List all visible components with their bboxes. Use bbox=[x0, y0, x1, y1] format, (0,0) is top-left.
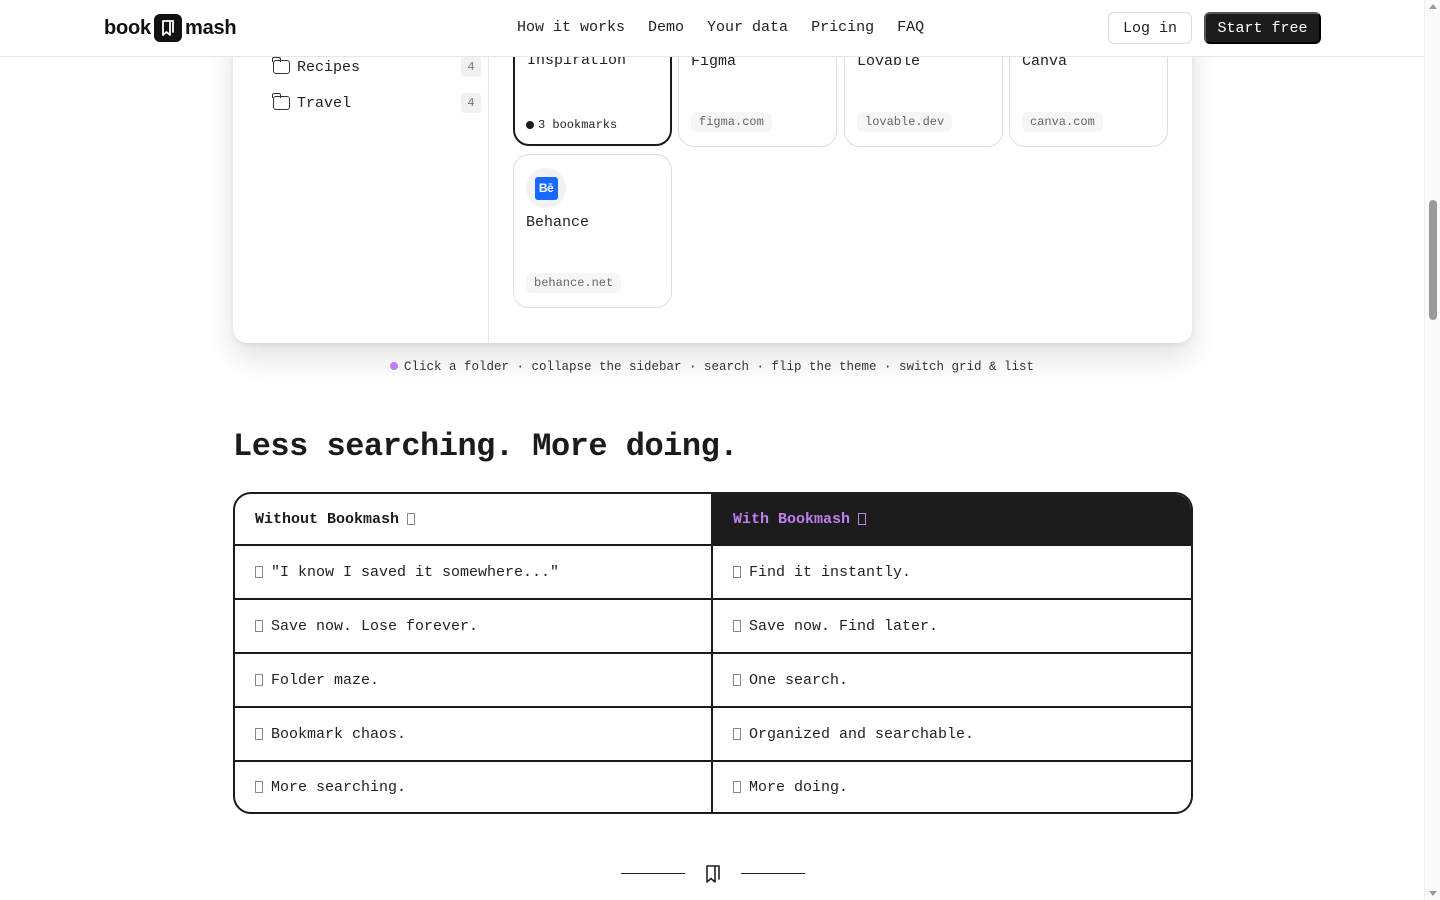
card-domain: behance.net bbox=[526, 273, 622, 293]
cross-icon bbox=[255, 674, 263, 686]
page-scrollbar[interactable] bbox=[1424, 0, 1440, 900]
start-free-button[interactable]: Start free bbox=[1204, 12, 1321, 44]
cross-icon bbox=[255, 781, 263, 793]
cell-with: Save now. Find later. bbox=[713, 600, 1191, 652]
folder-count: 4 bbox=[461, 93, 481, 113]
bookmark-card-behance[interactable]: Bē Behance behance.net bbox=[513, 154, 672, 308]
nav-faq[interactable]: FAQ bbox=[897, 19, 924, 36]
folder-label: Recipes bbox=[297, 58, 361, 76]
behance-favicon: Bē bbox=[526, 168, 566, 208]
nav-your-data[interactable]: Your data bbox=[707, 19, 788, 36]
cell-text: Bookmark chaos. bbox=[271, 725, 407, 743]
sidebar-folder-recipes[interactable]: Recipes 4 bbox=[272, 55, 481, 79]
cross-icon bbox=[255, 620, 263, 632]
site-header: book mash How it works Demo Your data Pr… bbox=[0, 0, 1424, 57]
logo[interactable]: book mash bbox=[104, 13, 237, 43]
table-row: Save now. Lose forever. Save now. Find l… bbox=[235, 598, 1191, 652]
cell-without: More searching. bbox=[235, 762, 713, 812]
cell-text: More searching. bbox=[271, 778, 407, 796]
check-icon bbox=[733, 674, 741, 686]
card-meta-text: 3 bookmarks bbox=[538, 118, 618, 132]
demo-sidebar: Recipes 4 Travel 4 bbox=[233, 20, 489, 343]
emoji-placeholder-icon bbox=[407, 513, 416, 525]
section-title: Less searching. More doing. bbox=[233, 428, 738, 465]
scroll-down-icon[interactable] bbox=[1429, 891, 1437, 896]
cell-with: More doing. bbox=[713, 762, 1191, 812]
nav-demo[interactable]: Demo bbox=[648, 19, 684, 36]
check-icon bbox=[733, 728, 741, 740]
cell-text: Save now. Lose forever. bbox=[271, 617, 479, 635]
folder-count: 4 bbox=[461, 57, 481, 77]
logo-word-right: mash bbox=[184, 16, 237, 39]
folder-label: Travel bbox=[297, 94, 352, 112]
main-nav: How it works Demo Your data Pricing FAQ bbox=[517, 19, 947, 36]
cell-text: Folder maze. bbox=[271, 671, 380, 689]
header-without-label: Without Bookmash bbox=[255, 510, 400, 528]
comparison-table: Without Bookmash With Bookmash "I know I… bbox=[233, 492, 1193, 814]
cross-icon bbox=[255, 728, 263, 740]
check-icon bbox=[733, 781, 741, 793]
cell-without: Folder maze. bbox=[235, 654, 713, 706]
cell-text: One search. bbox=[749, 671, 849, 689]
divider-line-right bbox=[741, 873, 805, 874]
emoji-placeholder-icon bbox=[858, 513, 867, 525]
table-row: Bookmark chaos. Organized and searchable… bbox=[235, 706, 1191, 760]
folder-icon bbox=[272, 93, 290, 110]
divider-line-left bbox=[621, 873, 685, 874]
hint-text: Click a folder · collapse the sidebar · … bbox=[403, 360, 1035, 374]
sidebar-folder-travel[interactable]: Travel 4 bbox=[272, 91, 481, 115]
card-domain: lovable.dev bbox=[857, 112, 953, 132]
comparison-header-row: Without Bookmash With Bookmash bbox=[235, 494, 1191, 544]
cell-text: "I know I saved it somewhere..." bbox=[271, 563, 560, 581]
header-without: Without Bookmash bbox=[235, 494, 713, 544]
behance-icon: Bē bbox=[534, 176, 558, 200]
header-with-label: With Bookmash bbox=[733, 510, 851, 528]
bookmark-logo-icon bbox=[153, 14, 182, 42]
cell-without: Bookmark chaos. bbox=[235, 708, 713, 760]
cell-with: Organized and searchable. bbox=[713, 708, 1191, 760]
cell-with: One search. bbox=[713, 654, 1191, 706]
login-button[interactable]: Log in bbox=[1108, 12, 1192, 44]
header-with: With Bookmash bbox=[713, 494, 1191, 544]
dot-icon bbox=[526, 121, 534, 129]
scroll-thumb[interactable] bbox=[1429, 200, 1437, 320]
cell-text: Save now. Find later. bbox=[749, 617, 939, 635]
nav-pricing[interactable]: Pricing bbox=[811, 19, 874, 36]
check-icon bbox=[733, 620, 741, 632]
cell-without: Save now. Lose forever. bbox=[235, 600, 713, 652]
hint-dot-icon bbox=[389, 362, 398, 370]
table-row: More searching. More doing. bbox=[235, 760, 1191, 812]
cell-text: Organized and searchable. bbox=[749, 725, 975, 743]
cell-text: Find it instantly. bbox=[749, 563, 912, 581]
nav-how-it-works[interactable]: How it works bbox=[517, 19, 625, 36]
card-title: Behance bbox=[526, 214, 590, 231]
check-icon bbox=[733, 566, 741, 578]
card-bookmark-count: 3 bookmarks bbox=[526, 118, 617, 132]
cell-text: More doing. bbox=[749, 778, 849, 796]
scroll-up-icon[interactable] bbox=[1429, 4, 1437, 9]
cell-with: Find it instantly. bbox=[713, 546, 1191, 598]
cell-without: "I know I saved it somewhere..." bbox=[235, 546, 713, 598]
folder-icon bbox=[272, 57, 290, 74]
demo-hint: Click a folder · collapse the sidebar · … bbox=[0, 360, 1424, 374]
table-row: "I know I saved it somewhere..." Find it… bbox=[235, 544, 1191, 598]
bookmark-divider-icon bbox=[706, 865, 720, 883]
card-domain: canva.com bbox=[1022, 112, 1103, 132]
logo-word-left: book bbox=[104, 16, 151, 39]
demo-app-window: Recipes 4 Travel 4 Inspiration 3 bookmar… bbox=[233, 20, 1192, 343]
table-row: Folder maze. One search. bbox=[235, 652, 1191, 706]
cross-icon bbox=[255, 566, 263, 578]
card-domain: figma.com bbox=[691, 112, 772, 132]
